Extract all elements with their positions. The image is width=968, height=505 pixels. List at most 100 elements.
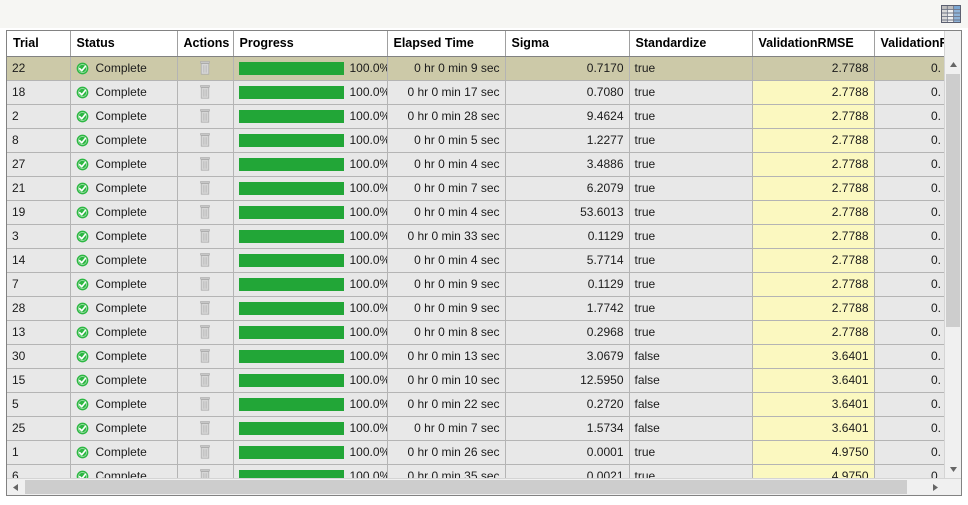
cell-actions[interactable] <box>177 248 234 273</box>
cell-standardize: true <box>629 440 753 465</box>
table-row[interactable]: 1 Complete 100.0% 0 hr 0 min 26 sec 0.0001 tr… <box>7 440 946 465</box>
cell-validation-rmse: 2.7788 <box>752 200 875 225</box>
horizontal-scrollbar-thumb[interactable] <box>25 480 907 494</box>
cell-actions[interactable] <box>177 176 234 201</box>
table-row[interactable]: 14 Complete 100.0% 0 hr 0 min 4 sec 5.7714 tr… <box>7 248 946 273</box>
trash-icon[interactable] <box>199 156 211 172</box>
table-config-icon[interactable] <box>938 2 964 26</box>
table-row[interactable]: 30 Complete 100.0% 0 hr 0 min 13 sec 3.0679 f… <box>7 344 946 369</box>
trash-icon[interactable] <box>199 420 211 436</box>
table-row[interactable]: 15 Complete 100.0% 0 hr 0 min 10 sec 12.5950… <box>7 368 946 393</box>
table-row[interactable]: 19 Complete 100.0% 0 hr 0 min 4 sec 53.6013 t… <box>7 200 946 225</box>
table-row[interactable]: 25 Complete 100.0% 0 hr 0 min 7 sec 1.5734 fa… <box>7 416 946 441</box>
cell-actions[interactable] <box>177 56 234 81</box>
cell-validation-rmse: 2.7788 <box>752 104 875 129</box>
cell-sigma: 3.4886 <box>505 152 630 177</box>
chevron-down-icon[interactable] <box>945 461 961 478</box>
horizontal-scrollbar[interactable] <box>7 478 961 495</box>
column-header-actions[interactable]: Actions <box>177 31 234 57</box>
status-label: Complete <box>95 325 147 339</box>
trash-icon[interactable] <box>199 252 211 268</box>
table-row[interactable]: 3 Complete 100.0% 0 hr 0 min 33 sec 0.1129 tr… <box>7 224 946 249</box>
trash-icon[interactable] <box>199 396 211 412</box>
cell-actions[interactable] <box>177 464 234 479</box>
cell-elapsed-time: 0 hr 0 min 13 sec <box>387 344 506 369</box>
table-row[interactable]: 13 Complete 100.0% 0 hr 0 min 8 sec 0.2968 tr… <box>7 320 946 345</box>
table-row[interactable]: 27 Complete 100.0% 0 hr 0 min 4 sec 3.4886 tr… <box>7 152 946 177</box>
progress-label: 100.0% <box>349 349 387 363</box>
table-row[interactable]: 22 Complete 100.0% 0 hr 0 min 9 sec 0.7170 tr… <box>7 56 946 81</box>
cell-elapsed-time: 0 hr 0 min 4 sec <box>387 152 506 177</box>
cell-actions[interactable] <box>177 152 234 177</box>
trash-icon[interactable] <box>199 372 211 388</box>
table-row[interactable]: 2 Complete 100.0% 0 hr 0 min 28 sec 9.4624 tr… <box>7 104 946 129</box>
cell-actions[interactable] <box>177 416 234 441</box>
cell-actions[interactable] <box>177 440 234 465</box>
trash-icon[interactable] <box>199 300 211 316</box>
column-header-standardize[interactable]: Standardize <box>629 31 753 57</box>
cell-actions[interactable] <box>177 392 234 417</box>
cell-sigma: 9.4624 <box>505 104 630 129</box>
progress-label: 100.0% <box>349 157 387 171</box>
trash-icon[interactable] <box>199 324 211 340</box>
column-header-sigma[interactable]: Sigma <box>505 31 630 57</box>
cell-elapsed-time: 0 hr 0 min 4 sec <box>387 248 506 273</box>
cell-status: Complete <box>70 80 178 105</box>
column-header-progress[interactable]: Progress <box>233 31 388 57</box>
column-header-trial[interactable]: Trial <box>7 31 71 57</box>
cell-validation-rsq: 0. <box>874 152 946 177</box>
cell-actions[interactable] <box>177 272 234 297</box>
trials-table: Trial Status Actions Progress Elapsed Ti… <box>7 31 946 478</box>
trash-icon[interactable] <box>199 444 211 460</box>
trash-icon[interactable] <box>199 468 211 479</box>
trash-icon[interactable] <box>199 348 211 364</box>
table-row[interactable]: 21 Complete 100.0% 0 hr 0 min 7 sec 6.2079 tr… <box>7 176 946 201</box>
trash-icon[interactable] <box>199 276 211 292</box>
table-row[interactable]: 18 Complete 100.0% 0 hr 0 min 17 sec 0.7080 t… <box>7 80 946 105</box>
trash-icon[interactable] <box>199 228 211 244</box>
progress-bar <box>238 469 344 478</box>
cell-actions[interactable] <box>177 128 234 153</box>
column-header-elapsed[interactable]: Elapsed Time <box>387 31 506 57</box>
toolbar <box>0 0 968 28</box>
chevron-up-icon[interactable] <box>945 56 961 73</box>
column-header-rsq[interactable]: ValidationRSq... <box>874 31 946 57</box>
cell-actions[interactable] <box>177 104 234 129</box>
cell-elapsed-time: 0 hr 0 min 26 sec <box>387 440 506 465</box>
cell-status: Complete <box>70 368 178 393</box>
table-row[interactable]: 7 Complete 100.0% 0 hr 0 min 9 sec 0.1129 tru… <box>7 272 946 297</box>
table-row[interactable]: 5 Complete 100.0% 0 hr 0 min 22 sec 0.2720 fa… <box>7 392 946 417</box>
vertical-scrollbar-thumb[interactable] <box>946 74 960 327</box>
cell-actions[interactable] <box>177 368 234 393</box>
cell-actions[interactable] <box>177 224 234 249</box>
chevron-right-icon[interactable] <box>927 479 944 495</box>
table-row[interactable]: 28 Complete 100.0% 0 hr 0 min 9 sec 1.7742 tr… <box>7 296 946 321</box>
table-row[interactable]: 6 Complete 100.0% 0 hr 0 min 35 sec 0.0021 tr… <box>7 464 946 478</box>
column-header-status[interactable]: Status <box>70 31 178 57</box>
cell-actions[interactable] <box>177 344 234 369</box>
check-circle-icon <box>76 446 88 458</box>
chevron-left-icon[interactable] <box>7 479 24 495</box>
progress-label: 100.0% <box>349 133 387 147</box>
cell-status: Complete <box>70 416 178 441</box>
trash-icon[interactable] <box>199 132 211 148</box>
cell-elapsed-time: 0 hr 0 min 28 sec <box>387 104 506 129</box>
cell-validation-rsq: 0. <box>874 296 946 321</box>
cell-actions[interactable] <box>177 320 234 345</box>
trash-icon[interactable] <box>199 60 211 76</box>
cell-standardize: true <box>629 248 753 273</box>
vertical-scrollbar[interactable] <box>944 31 961 478</box>
trash-icon[interactable] <box>199 108 211 124</box>
cell-actions[interactable] <box>177 296 234 321</box>
cell-elapsed-time: 0 hr 0 min 9 sec <box>387 296 506 321</box>
cell-standardize: true <box>629 272 753 297</box>
trash-icon[interactable] <box>199 204 211 220</box>
cell-status: Complete <box>70 344 178 369</box>
cell-actions[interactable] <box>177 80 234 105</box>
cell-actions[interactable] <box>177 200 234 225</box>
trash-icon[interactable] <box>199 84 211 100</box>
column-header-rmse[interactable]: ValidationRMSE <box>752 31 875 57</box>
table-row[interactable]: 8 Complete 100.0% 0 hr 0 min 5 sec 1.2277 tru… <box>7 128 946 153</box>
trash-icon[interactable] <box>199 180 211 196</box>
cell-validation-rsq: 0. <box>874 128 946 153</box>
